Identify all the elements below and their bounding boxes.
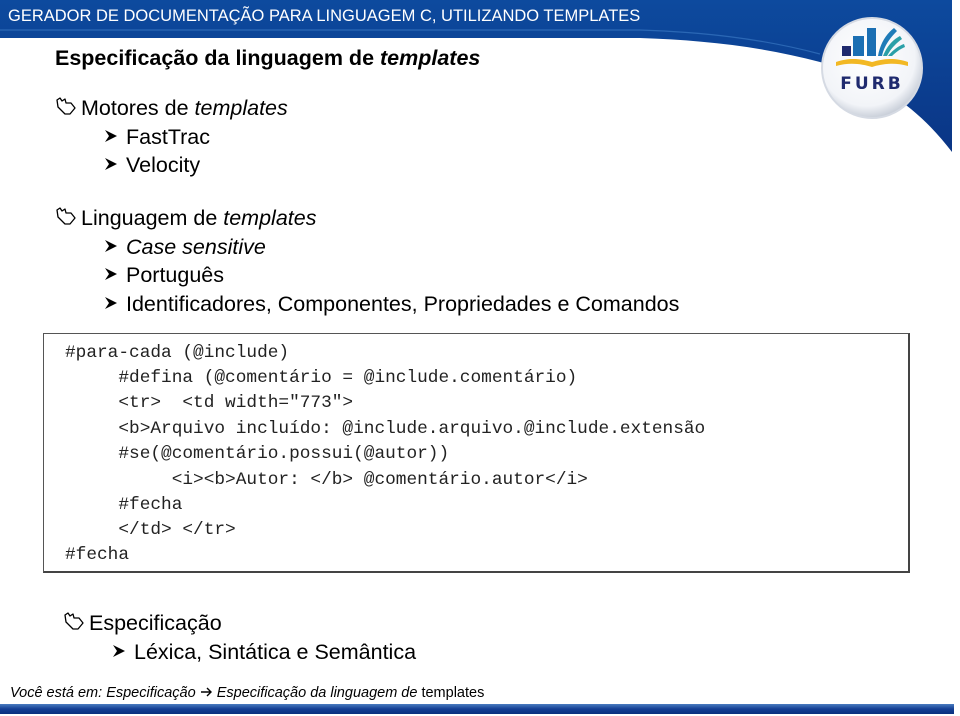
section-label: Motores de: [81, 96, 195, 120]
section-label-italic: templates: [223, 206, 317, 230]
list-item: Velocity: [104, 152, 200, 178]
chevron-right-icon: [105, 268, 117, 280]
list-item: Identificadores, Componentes, Propriedad…: [104, 291, 679, 317]
breadcrumb-item[interactable]: Especificação: [106, 685, 195, 701]
chevron-right-icon: [113, 645, 125, 657]
section-especificacao: Especificação: [62, 610, 222, 636]
chevron-right-icon: [105, 240, 117, 252]
hand-arrow-icon: [56, 97, 76, 115]
logo-text: FURB: [840, 74, 903, 94]
code-line: #para-cada (@include): [65, 343, 290, 363]
breadcrumb-prefix: Você está em:: [10, 685, 107, 701]
list-item: Case sensitive: [104, 234, 266, 260]
list-item-label: Português: [126, 263, 225, 287]
hand-arrow-icon: [64, 612, 84, 630]
breadcrumb: Você está em: Especificação Especificaçã…: [10, 685, 484, 701]
list-item-label: FastTrac: [126, 125, 211, 149]
section-label-italic: templates: [194, 96, 288, 120]
chevron-right-icon: [105, 297, 117, 309]
slide-title: Especificação da linguagem de templates: [55, 46, 480, 71]
code-line: #defina (@comentário = @include.comentár…: [65, 368, 578, 388]
breadcrumb-item-last: templates: [421, 685, 485, 701]
hand-arrow-icon: [56, 207, 76, 225]
code-line: <b>Arquivo incluído: @include.arquivo.@i…: [65, 419, 706, 439]
code-line: #se(@comentário.possui(@autor)): [65, 444, 450, 464]
code-line: <tr> <td width="773">: [65, 393, 354, 413]
code-block: #para-cada (@include) #defina (@comentár…: [43, 333, 910, 573]
chevron-right-icon: [105, 130, 117, 142]
slide-title-text: Especificação da linguagem de: [55, 46, 380, 70]
list-item-label: Identificadores, Componentes, Propriedad…: [126, 292, 680, 316]
code-line: </td> </tr>: [65, 520, 236, 540]
list-item: Português: [104, 262, 224, 288]
list-item: Léxica, Sintática e Semântica: [112, 639, 416, 665]
section-motores: Motores de templates: [54, 95, 288, 121]
list-item-label: Léxica, Sintática e Semântica: [134, 640, 417, 664]
logo-block-icon: [842, 46, 851, 56]
arrow-right-icon: [200, 687, 212, 697]
slide-title-italic: templates: [380, 46, 481, 70]
header-title: GERADOR DE DOCUMENTAÇÃO PARA LINGUAGEM C…: [8, 7, 641, 25]
list-item: FastTrac: [104, 124, 210, 150]
list-item-label: Velocity: [126, 153, 201, 177]
code-line: #fecha: [65, 495, 183, 515]
section-linguagem: Linguagem de templates: [54, 205, 316, 231]
section-label: Especificação: [89, 611, 222, 635]
breadcrumb-item[interactable]: Especificação da linguagem de: [217, 685, 422, 701]
chevron-right-icon: [105, 158, 117, 170]
furb-logo: FURB: [821, 17, 923, 119]
code-line: #fecha: [65, 545, 130, 565]
section-label: Linguagem de: [81, 206, 224, 230]
footer-bar: [0, 704, 954, 714]
code-line: <i><b>Autor: </b> @comentário.autor</i>: [65, 470, 588, 490]
list-item-label: Case sensitive: [126, 235, 266, 259]
